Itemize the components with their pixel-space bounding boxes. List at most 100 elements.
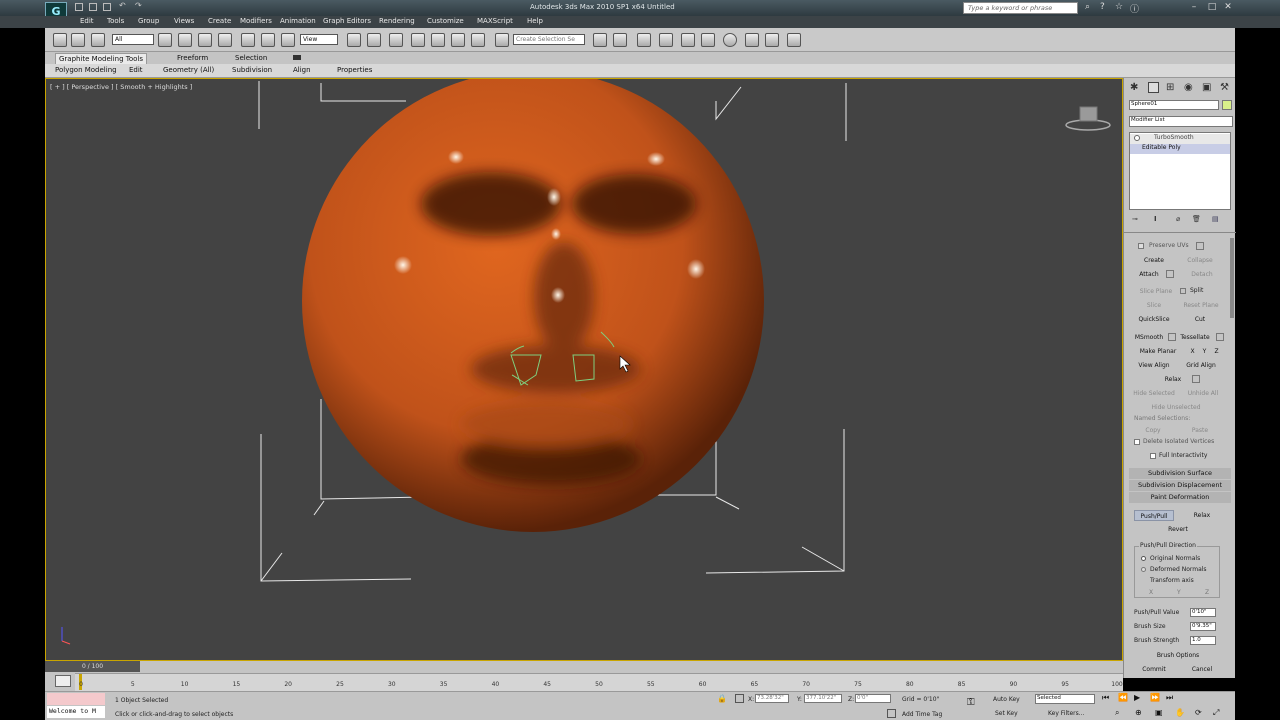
planar-x-button[interactable]: X (1188, 346, 1197, 357)
display-tab-icon[interactable]: ▣ (1202, 82, 1211, 93)
named-selection-dropdown[interactable]: Create Selection Se (513, 34, 585, 45)
help-icon[interactable]: ? (1100, 2, 1105, 12)
orbit-icon[interactable]: ⟳ (1195, 708, 1202, 717)
key-icon[interactable]: ⚿ (967, 697, 975, 708)
menu-views[interactable]: Views (174, 16, 194, 26)
collapse-button[interactable]: Collapse (1180, 255, 1220, 266)
menu-customize[interactable]: Customize (427, 16, 464, 26)
selection-lock-icon[interactable]: 🔒 (717, 694, 727, 703)
panel-edit[interactable]: Edit (129, 66, 143, 74)
planar-y-button[interactable]: Y (1200, 346, 1209, 357)
modifier-list-dropdown[interactable]: Modifier List (1129, 116, 1233, 127)
z-coordinate-field[interactable]: 0'0" (855, 694, 891, 703)
attach-button[interactable]: Attach (1134, 269, 1164, 280)
zoom-extents-icon[interactable]: ▣ (1155, 708, 1163, 717)
motion-tab-icon[interactable]: ◉ (1184, 82, 1193, 93)
select-rotate-icon[interactable] (261, 33, 275, 47)
time-slider[interactable]: 0 / 100 (45, 661, 140, 672)
menu-group[interactable]: Group (138, 16, 159, 26)
pin-stack-icon[interactable]: ⊸ (1132, 215, 1138, 223)
make-planar-button[interactable]: Make Planar (1134, 346, 1182, 357)
rendered-frame-window-icon[interactable] (765, 33, 779, 47)
binoculars-icon[interactable]: ⌕ (1085, 2, 1090, 12)
brush-size-field[interactable]: 0'9.35" (1190, 622, 1216, 631)
time-tag-icon[interactable] (887, 709, 896, 718)
search-input[interactable]: Type a keyword or phrase (963, 2, 1078, 14)
edit-named-selection-icon[interactable] (495, 33, 509, 47)
align-icon[interactable] (613, 33, 627, 47)
maxscript-listener[interactable]: Welcome to M (47, 706, 105, 718)
panel-properties[interactable]: Properties (337, 66, 372, 74)
configure-modifier-sets-icon[interactable]: ▤ (1212, 215, 1219, 223)
attach-list-icon[interactable] (1166, 270, 1174, 278)
unlink-icon[interactable] (71, 33, 85, 47)
panel-align[interactable]: Align (293, 66, 311, 74)
info-icon[interactable]: ⓘ (1130, 2, 1139, 15)
selection-filter-dropdown[interactable]: All (112, 34, 154, 45)
select-object-icon[interactable] (158, 33, 172, 47)
auto-key-button[interactable]: Auto Key (993, 696, 1020, 703)
full-interactivity-checkbox[interactable] (1150, 453, 1156, 459)
menu-tools[interactable]: Tools (107, 16, 124, 26)
hide-selected-button[interactable]: Hide Selected (1130, 388, 1178, 399)
material-editor-icon[interactable] (723, 33, 737, 47)
render-production-icon[interactable] (787, 33, 801, 47)
maximize-viewport-icon[interactable]: ⤢ (1213, 708, 1219, 718)
preserve-uvs-settings-icon[interactable] (1196, 242, 1204, 250)
select-by-name-icon[interactable] (178, 33, 192, 47)
relax-button[interactable]: Relax (1156, 374, 1190, 385)
panel-polygon-modeling[interactable]: Polygon Modeling (55, 66, 117, 74)
render-setup-icon[interactable] (745, 33, 759, 47)
tab-graphite-modeling-tools[interactable]: Graphite Modeling Tools (55, 53, 147, 64)
undo-icon[interactable]: ↶ (119, 1, 126, 10)
relax-settings-icon[interactable] (1192, 375, 1200, 383)
add-time-tag[interactable]: Add Time Tag (902, 711, 942, 718)
time-ruler[interactable]: 0 5 10 15 20 25 30 35 40 45 50 55 60 65 70 75 80 85 90 95 10… (75, 673, 1123, 691)
quickslice-button[interactable]: QuickSlice (1136, 314, 1172, 325)
go-to-start-icon[interactable]: ⏮ (1102, 693, 1109, 703)
schematic-view-icon[interactable] (701, 33, 715, 47)
curve-editor-icon[interactable] (681, 33, 695, 47)
play-icon[interactable]: ▶ (1134, 693, 1140, 702)
cut-button[interactable]: Cut (1180, 314, 1220, 325)
tab-selection[interactable]: Selection (235, 54, 267, 62)
view-align-button[interactable]: View Align (1134, 360, 1174, 371)
angle-snap-icon[interactable] (431, 33, 445, 47)
tessellate-button[interactable]: Tessellate (1178, 332, 1212, 343)
layer-manager-icon[interactable] (637, 33, 651, 47)
deformed-normals-radio[interactable] (1141, 567, 1146, 572)
spinner-snap-icon[interactable] (471, 33, 485, 47)
reset-plane-button[interactable]: Reset Plane (1180, 300, 1222, 311)
msmooth-settings-icon[interactable] (1168, 333, 1176, 341)
percent-snap-icon[interactable] (451, 33, 465, 47)
panel-geometry-all[interactable]: Geometry (All) (163, 66, 214, 74)
stack-item-turbosmooth[interactable]: TurboSmooth (1130, 134, 1230, 144)
set-key-button[interactable]: Set Key (995, 710, 1018, 717)
rollout-subdivision-surface[interactable]: Subdivision Surface (1129, 468, 1231, 479)
hide-unselected-button[interactable]: Hide Unselected (1148, 402, 1204, 413)
cancel-button[interactable]: Cancel (1182, 664, 1222, 675)
utilities-tab-icon[interactable]: ⚒ (1220, 82, 1229, 93)
light-bulb-icon[interactable] (1134, 135, 1140, 141)
create-tab-icon[interactable]: ✱ (1130, 82, 1138, 93)
viewcube-icon[interactable] (1065, 106, 1111, 131)
y-coordinate-field[interactable]: 377.10'22" (804, 694, 842, 703)
menu-help[interactable]: Help (527, 16, 543, 26)
tab-freeform[interactable]: Freeform (177, 54, 208, 62)
new-file-icon[interactable] (75, 3, 83, 11)
select-scale-icon[interactable] (281, 33, 295, 47)
axis-z-label[interactable]: Z (1205, 589, 1209, 596)
pan-icon[interactable]: ✋ (1175, 708, 1185, 717)
rollout-paint-deformation[interactable]: Paint Deformation (1129, 492, 1231, 503)
command-panel-scrollbar[interactable] (1230, 238, 1234, 318)
sculpted-sphere-object[interactable] (302, 79, 764, 532)
hierarchy-tab-icon[interactable]: ⊞ (1166, 82, 1174, 93)
close-button[interactable]: ✕ (1219, 1, 1237, 14)
mini-curve-editor-icon[interactable] (55, 675, 71, 687)
keyboard-shortcut-icon[interactable] (389, 33, 403, 47)
preserve-uvs-checkbox[interactable] (1138, 243, 1144, 249)
object-name-field[interactable]: Sphere01 (1129, 100, 1219, 110)
paint-relax-button[interactable]: Relax (1182, 510, 1222, 521)
menu-modifiers[interactable]: Modifiers (240, 16, 272, 26)
make-unique-icon[interactable]: ⌀ (1176, 215, 1180, 223)
